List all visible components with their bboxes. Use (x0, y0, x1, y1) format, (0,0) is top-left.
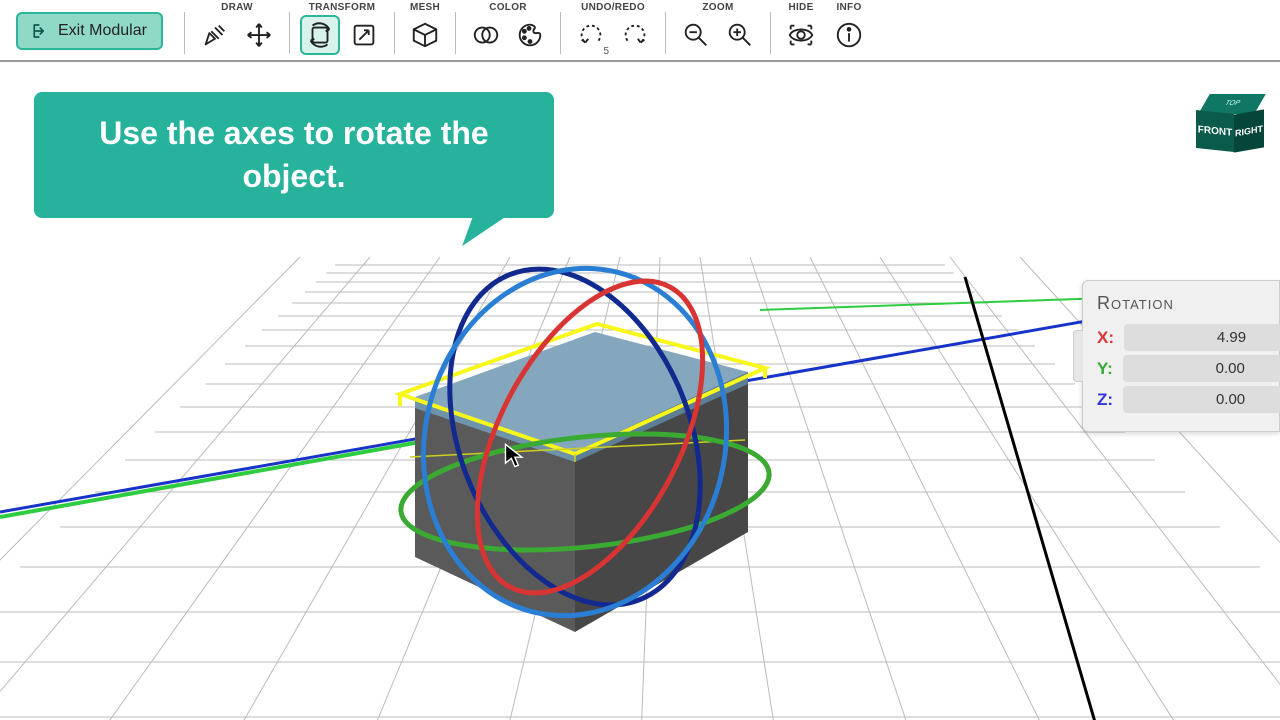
pencil-icon (200, 20, 230, 50)
info-button[interactable] (829, 15, 869, 55)
divider (770, 12, 771, 54)
palette-tool[interactable] (510, 15, 550, 55)
material-tool[interactable] (466, 15, 506, 55)
undo-button[interactable]: 5 (571, 15, 611, 55)
group-mesh: MESH (401, 0, 449, 56)
group-label-undo: UNDO/REDO (581, 2, 645, 13)
toolbar: Exit Modular DRAW TRANSFORM (0, 0, 1280, 62)
orient-front[interactable]: FRONT (1196, 110, 1234, 152)
group-color: COLOR (462, 0, 554, 56)
divider (289, 12, 290, 54)
undo-count: 5 (603, 46, 609, 57)
zoom-in-button[interactable] (720, 15, 760, 55)
zoom-out-button[interactable] (676, 15, 716, 55)
exit-label: Exit Modular (58, 22, 147, 40)
divider (665, 12, 666, 54)
group-transform: TRANSFORM (296, 0, 388, 56)
hide-button[interactable] (781, 15, 821, 55)
hint-tooltip: Use the axes to rotate the object. (34, 92, 554, 218)
undo-icon (576, 20, 606, 50)
group-zoom: ZOOM (672, 0, 764, 56)
circles-icon (471, 20, 501, 50)
move-icon (244, 20, 274, 50)
mesh-tool[interactable] (405, 15, 445, 55)
panel-title: Rotation (1097, 293, 1265, 314)
divider (184, 12, 185, 54)
exit-modular-button[interactable]: Exit Modular (16, 12, 163, 50)
redo-button[interactable] (615, 15, 655, 55)
divider (560, 12, 561, 54)
rotate-icon (305, 20, 335, 50)
palette-icon (515, 20, 545, 50)
scale-tool[interactable] (344, 15, 384, 55)
viewport-3d[interactable]: Use the axes to rotate the object. TOP F… (0, 62, 1280, 720)
group-label-mesh: MESH (410, 2, 440, 13)
rotation-y-row: Y: (1097, 355, 1265, 382)
orientation-cube[interactable]: TOP FRONT RIGHT (1196, 94, 1268, 154)
divider (455, 12, 456, 54)
group-label-draw: DRAW (221, 2, 253, 13)
group-draw: DRAW (191, 0, 283, 56)
group-label-hide: HIDE (788, 2, 813, 13)
eye-icon (786, 20, 816, 50)
axis-y-line-near (0, 442, 420, 517)
group-info: INFO (825, 0, 873, 56)
rotation-y-input[interactable] (1123, 355, 1280, 382)
info-icon (834, 20, 864, 50)
tooltip-text: Use the axes to rotate the object. (99, 115, 488, 194)
group-hide: HIDE (777, 0, 825, 56)
axis-x-label: X: (1097, 328, 1114, 348)
group-label-color: COLOR (489, 2, 527, 13)
cursor-icon (502, 442, 530, 470)
move-tool[interactable] (239, 15, 279, 55)
group-label-zoom: ZOOM (702, 2, 733, 13)
orient-right[interactable]: RIGHT (1234, 109, 1264, 152)
pencil-tool[interactable] (195, 15, 235, 55)
rotation-x-row: X: (1097, 324, 1265, 351)
exit-icon (32, 22, 50, 40)
rotation-z-row: Z: (1097, 386, 1265, 413)
scale-icon (349, 20, 379, 50)
zoom-out-icon (681, 20, 711, 50)
rotation-z-input[interactable] (1123, 386, 1280, 413)
cube-object[interactable] (400, 324, 765, 632)
panel-collapse-handle[interactable] (1073, 330, 1083, 382)
axis-z-label: Z: (1097, 390, 1113, 410)
rotate-tool[interactable] (300, 15, 340, 55)
group-label-transform: TRANSFORM (309, 2, 376, 13)
redo-icon (620, 20, 650, 50)
divider (394, 12, 395, 54)
cube-icon (410, 20, 440, 50)
zoom-in-icon (725, 20, 755, 50)
rotation-panel: Rotation X: Y: Z: (1082, 280, 1280, 432)
group-label-info: INFO (836, 2, 861, 13)
axis-y-label: Y: (1097, 359, 1113, 379)
group-undo-redo: UNDO/REDO 5 (567, 0, 659, 56)
rotation-x-input[interactable] (1124, 324, 1280, 351)
